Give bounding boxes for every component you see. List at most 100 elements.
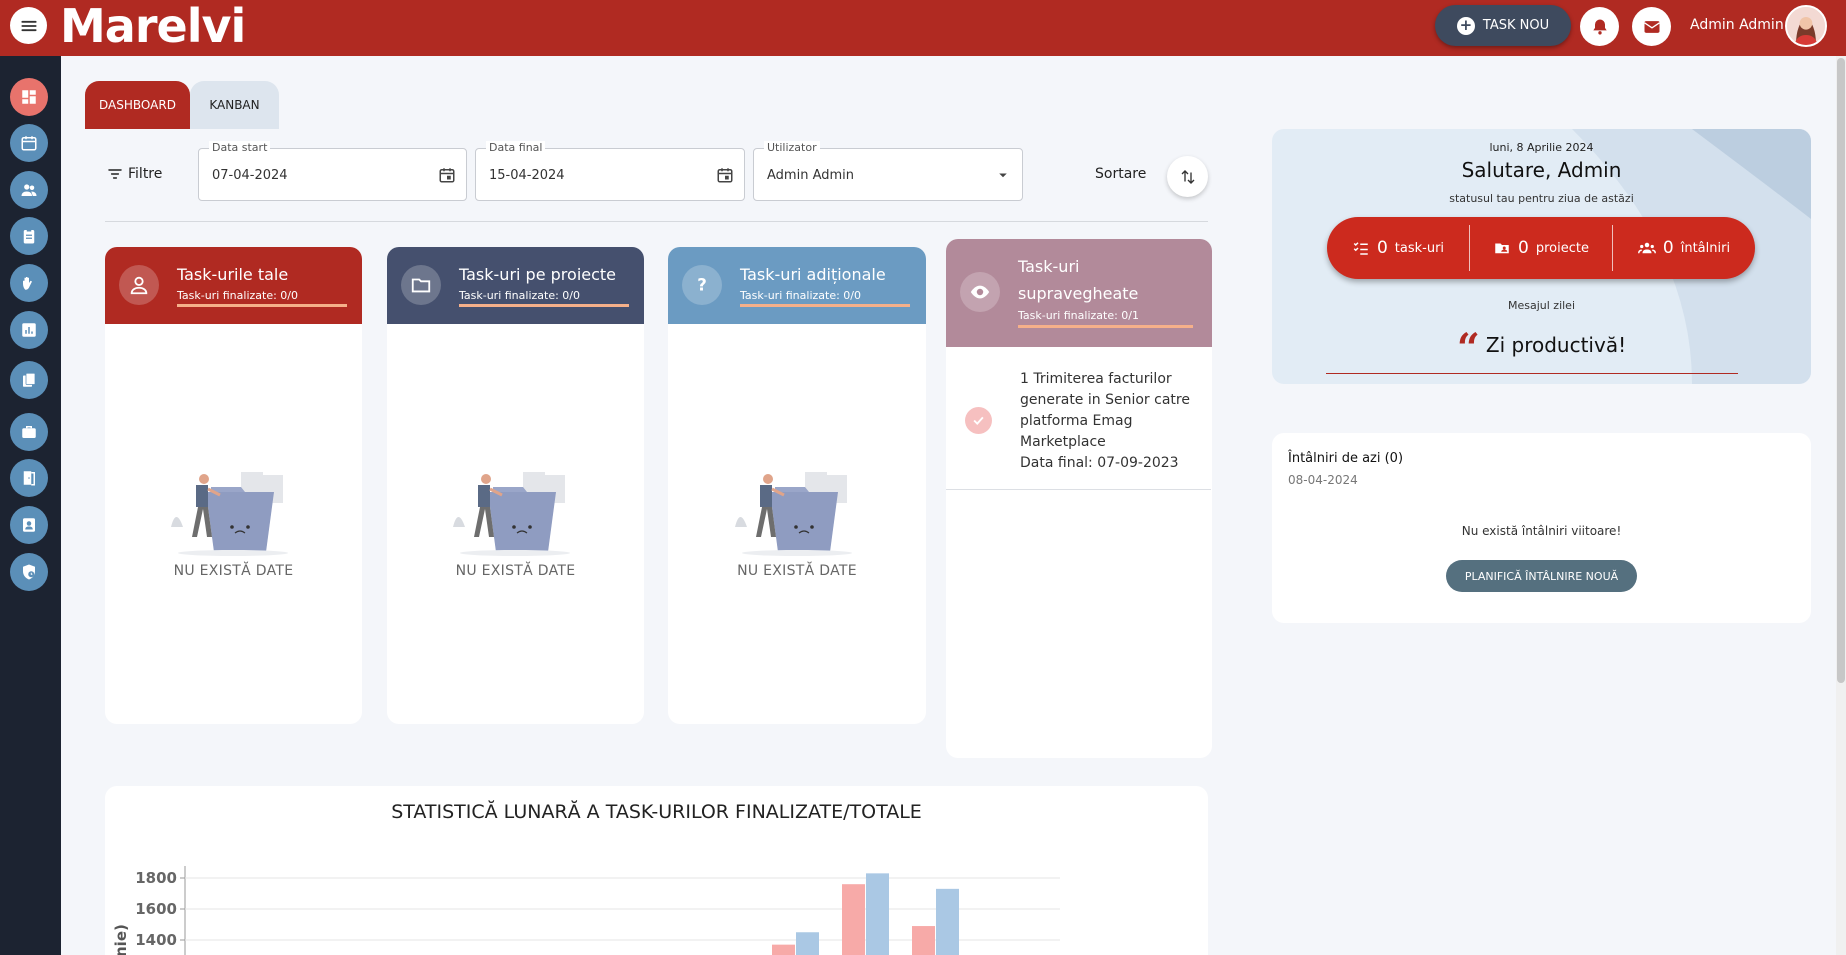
meetings-date: 08-04-2024 [1288,473,1358,487]
sidebar-item-requests[interactable] [10,264,48,302]
date-start-field[interactable]: Data start 07-04-2024 [198,141,467,201]
checklist-icon [1353,242,1368,255]
column-project-tasks: Task-uri pe proiecte Task-uri finalizate… [387,247,644,724]
sidebar-item-users[interactable] [10,171,48,209]
calendar-icon [21,136,37,151]
sidebar-item-dashboard[interactable] [10,78,48,116]
column-header[interactable]: Task-uri pe proiecte Task-uri finalizate… [387,247,644,324]
plus-icon: + [1456,16,1475,35]
today-date: luni, 8 Aprilie 2024 [1489,141,1594,154]
contact-card-icon [23,518,35,532]
task-title: 1 Trimiterea facturilor generate in Seni… [1020,371,1190,450]
column-title: Task-uri adiționale [740,265,886,284]
quote-underline [1326,373,1738,374]
documents-icon [23,372,36,387]
task-text: 1 Trimiterea facturilor generate in Seni… [1020,369,1205,474]
column-supervised-tasks: Task-uri supravegheate Task-uri finaliza… [946,239,1212,758]
empty-text: NU EXISTĂ DATE [455,563,576,579]
filter-divider [105,221,1208,222]
column-header[interactable]: ? Task-uri adiționale Task-uri finalizat… [668,247,926,324]
date-start-label: Data start [209,141,271,154]
greeting-card: luni, 8 Aprilie 2024 Salutare, Admin sta… [1272,129,1811,384]
avatar[interactable] [1785,5,1827,47]
empty-state: NU EXISTĂ DATE [668,467,926,579]
quote-text: Zi productivă! [1485,333,1627,357]
column-your-tasks: Task-urile tale Task-uri finalizate: 0/0… [105,247,362,724]
sidebar-item-contacts[interactable] [10,506,48,544]
progress-bar [1018,325,1193,328]
sidebar-item-security[interactable] [10,553,48,591]
sidebar-item-calendar[interactable] [10,124,48,162]
tasks-count: 0 [1376,238,1388,258]
new-task-button[interactable]: + TASK NOU [1435,5,1571,46]
filters-label: Filtre [128,166,163,182]
bell-icon [1592,19,1607,34]
top-bar: Marelvi + TASK NOU Admin Admin [0,0,1846,56]
sidebar-item-documents[interactable] [10,361,48,399]
calendar-icon[interactable] [438,166,456,184]
app-logo[interactable]: Marelvi [60,1,246,51]
filters-button[interactable]: Filtre [107,166,162,182]
scrollbar-thumb[interactable] [1837,58,1845,683]
no-meetings-text: Nu există întâlniri viitoare! [1461,524,1622,538]
bar-chart-icon [22,323,36,337]
sidebar [0,56,61,955]
messages-button[interactable] [1632,7,1671,46]
chart-bar [936,888,959,955]
column-additional-tasks: ? Task-uri adiționale Task-uri finalizat… [668,247,926,724]
tab-dashboard[interactable]: DASHBOARD [85,81,190,129]
date-start-value[interactable]: 07-04-2024 [212,168,288,183]
today-meetings[interactable]: 0 întâlniri [1612,225,1755,271]
meetings-label: întâlniri [1680,240,1731,256]
user-select[interactable]: Utilizator Admin Admin [753,141,1023,201]
column-header[interactable]: Task-uri supravegheate Task-uri finaliza… [946,239,1212,347]
chart-bar [866,873,889,955]
notifications-button[interactable] [1580,7,1619,46]
chevron-down-icon[interactable] [994,166,1012,184]
date-end-label: Data final [486,141,546,154]
column-title-line-2: supravegheate [1018,284,1139,303]
sidebar-item-exit[interactable] [10,459,48,497]
column-title: Task-urile tale [177,265,289,284]
user-name[interactable]: Admin Admin [1690,17,1784,33]
monthly-stats-card: STATISTICĂ LUNARĂ A TASK-URILOR FINALIZA… [105,786,1208,955]
calendar-icon[interactable] [716,166,734,184]
message-of-day-label: Mesajul zilei [1507,299,1576,312]
column-subtitle: Task-uri finalizate: 0/1 [1018,309,1140,322]
sidebar-item-reports[interactable] [10,311,48,349]
tab-kanban[interactable]: KANBAN [190,81,279,129]
date-end-value[interactable]: 15-04-2024 [489,168,565,183]
today-tasks[interactable]: 0 task-uri [1327,225,1469,271]
y-tick-label: 1600 [135,900,177,918]
user-select-value[interactable]: Admin Admin [767,168,854,183]
menu-button[interactable] [10,7,47,44]
meetings-title: Întâlniri de azi (0) [1288,451,1404,466]
svg-text:?: ? [697,276,707,295]
task-card[interactable]: 1 Trimiterea facturilor generate in Seni… [946,347,1211,490]
date-end-field[interactable]: Data final 15-04-2024 [475,141,745,201]
y-tick-label: 1800 [135,869,177,887]
progress-bar [459,304,629,307]
group-icon [1637,242,1656,254]
page-scrollbar[interactable] [1836,56,1846,955]
today-projects[interactable]: 0 proiecte [1469,225,1612,271]
column-header[interactable]: Task-urile tale Task-uri finalizate: 0/0 [105,247,362,324]
check-icon[interactable] [965,407,992,434]
quote-icon: “ [1456,325,1480,372]
greeting-status: statusul tau pentru ziua de astăzi [1449,192,1634,205]
chart-bar [842,884,865,955]
user-select-label: Utilizator [764,141,820,154]
today-summary-pill: 0 task-uri 0 proiecte 0 întâlniri [1327,217,1755,279]
user-icon [119,265,159,305]
projects-label: proiecte [1535,240,1589,256]
sort-button[interactable] [1167,156,1208,197]
filter-icon [108,169,122,179]
question-icon: ? [682,265,722,305]
mail-icon [1643,20,1660,33]
sidebar-item-projects[interactable] [10,413,48,451]
stats-chart: 1400 1600 1800 panie) [112,866,1060,955]
plan-meeting-button[interactable]: PLANIFICĂ ÎNTÂLNIRE NOUĂ [1446,560,1637,592]
sidebar-item-tasks[interactable] [10,217,48,255]
progress-bar [177,304,347,307]
empty-folder-illustration [734,472,852,556]
